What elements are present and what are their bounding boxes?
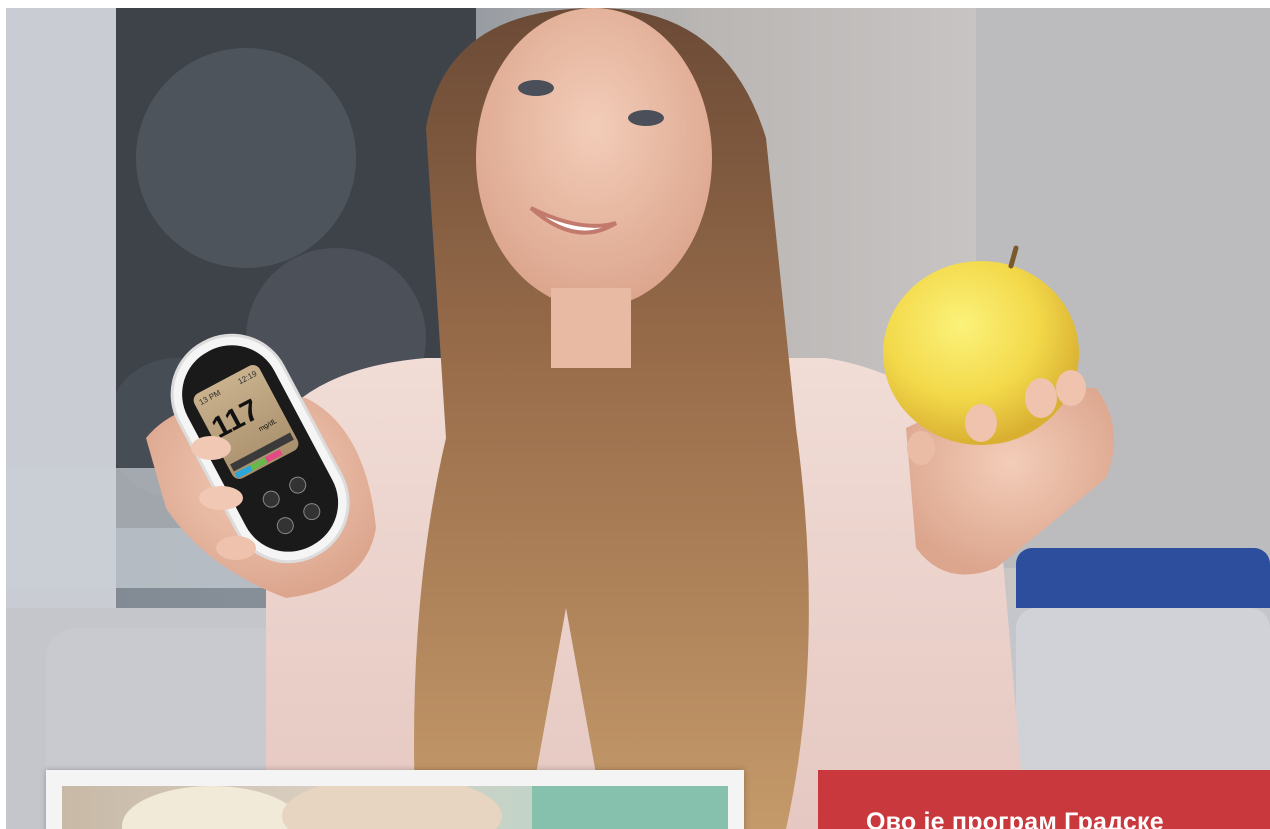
face: [476, 8, 712, 308]
hero-image: 13 PM 12:19 117 mg/dL: [6, 8, 1270, 829]
program-photo-card[interactable]: [46, 770, 744, 829]
program-info-card[interactable]: Ово је програм Градске: [818, 770, 1270, 829]
program-info-text: Ово је програм Градске: [866, 808, 1164, 829]
program-photo-illustration: [122, 786, 728, 829]
hero-illustration: 13 PM 12:19 117 mg/dL: [6, 8, 1270, 829]
page: 13 PM 12:19 117 mg/dL Ово је програм Гра…: [0, 0, 1270, 829]
program-photo: [62, 786, 728, 829]
